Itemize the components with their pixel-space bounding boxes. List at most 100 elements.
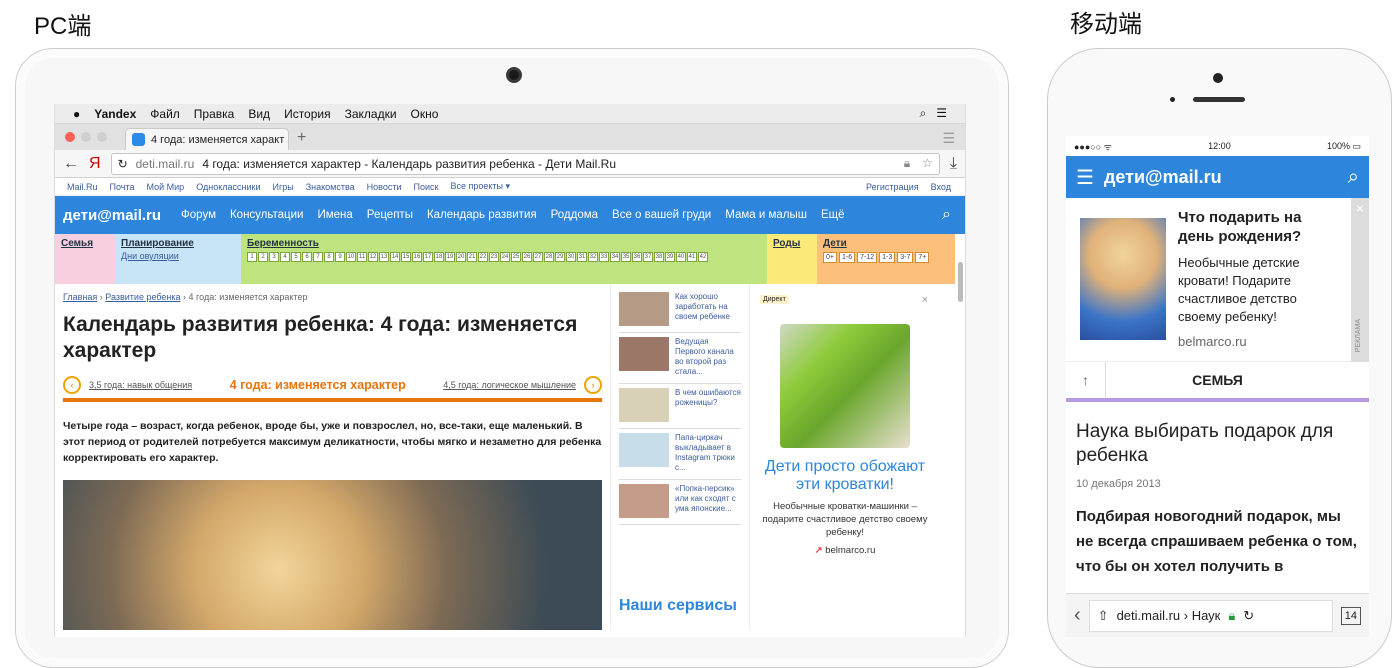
menu-window[interactable]: Окно [411,107,439,121]
week-box[interactable]: 39 [665,252,675,262]
week-box[interactable]: 27 [533,252,543,262]
week-box[interactable]: 11 [357,252,367,262]
list-item[interactable]: В чем ошибаются роженицы? [619,384,741,429]
age-box[interactable]: 7-12 [857,252,878,263]
week-box[interactable]: 21 [467,252,477,262]
week-box[interactable]: 35 [621,252,631,262]
week-box[interactable]: 9 [335,252,345,262]
site-logo[interactable]: дети@mail.ru [63,207,161,224]
stage-family[interactable]: Семья [55,234,115,284]
mobile-search-icon[interactable]: ⌕ [1348,166,1359,189]
section-name[interactable]: СЕМЬЯ [1106,372,1369,388]
nav-mom-baby[interactable]: Мама и малыш [725,209,807,221]
nav-consult[interactable]: Консультации [230,209,303,221]
stage-pregnancy[interactable]: Беременность 1 2 3 4 5 6 7 8 9 10 11 12 13 14 15 16 17 18… [241,234,767,284]
link-ok[interactable]: Одноклассники [196,182,260,192]
prev-arrow-icon[interactable]: ‹ [63,376,81,394]
menu-view[interactable]: Вид [248,107,270,121]
age-box[interactable]: 1-3 [879,252,896,263]
register-link[interactable]: Регистрация [866,182,919,192]
week-box[interactable]: 29 [555,252,565,262]
browser-tab[interactable]: 4 года: изменяется характ × [125,128,289,150]
share-icon[interactable]: ⇧ [1098,608,1109,624]
link-dating[interactable]: Знакомства [306,182,355,192]
menu-history[interactable]: История [284,107,331,121]
yandex-icon[interactable]: Я [89,155,101,173]
week-box[interactable]: 12 [368,252,378,262]
ad-headline[interactable]: Дети просто обожают эти кроватки! [760,458,930,494]
spotlight-icon[interactable]: ⌕ [920,106,927,121]
week-box[interactable]: 24 [500,252,510,262]
stage-planning[interactable]: Планирование Дни овуляции [115,234,241,284]
scrollbar[interactable] [958,262,963,302]
week-box[interactable]: 22 [478,252,488,262]
mobile-url-field[interactable]: ⇧ deti.mail.ru › Наук 🔒︎ ↻ [1088,599,1333,632]
list-item[interactable]: Ведущая Первого канала во второй раз ста… [619,333,741,384]
ad-image[interactable] [780,324,910,448]
close-window-icon[interactable] [65,132,75,142]
week-box[interactable]: 32 [588,252,598,262]
week-box[interactable]: 4 [280,252,290,262]
news-title[interactable]: Папа-циркач выкладывает в Instagram трюк… [675,433,741,473]
link-mail[interactable]: Почта [110,182,135,192]
week-box[interactable]: 38 [654,252,664,262]
week-box[interactable]: 25 [511,252,521,262]
nav-maternity[interactable]: Роддома [551,209,598,221]
ovulation-link[interactable]: Дни овуляции [121,251,241,261]
week-box[interactable]: 16 [412,252,422,262]
week-box[interactable]: 33 [599,252,609,262]
new-tab-button[interactable]: + [297,129,306,147]
nav-forum[interactable]: Форум [181,209,216,221]
age-box[interactable]: 1-6 [838,252,856,263]
login-link[interactable]: Вход [931,182,951,192]
week-box[interactable]: 42 [698,252,708,262]
week-box[interactable]: 30 [566,252,576,262]
ad-close-icon[interactable]: × [922,294,928,306]
age-box[interactable]: 7+ [915,252,930,263]
nav-breast[interactable]: Все о вашей груди [612,209,711,221]
week-box[interactable]: 3 [269,252,279,262]
services-heading[interactable]: Наши сервисы [619,597,741,615]
link-mailru[interactable]: Mail.Ru [67,182,98,192]
search-icon[interactable]: ⌕ [942,206,951,224]
age-box[interactable]: 3-7 [897,252,914,263]
prev-link[interactable]: 3,5 года: навык общения [89,380,192,390]
week-box[interactable]: 13 [379,252,389,262]
week-box[interactable]: 34 [610,252,620,262]
mobile-logo[interactable]: дети@mail.ru [1104,167,1222,188]
week-box[interactable]: 36 [632,252,642,262]
up-arrow-icon[interactable]: ↑ [1066,362,1106,398]
maximize-window-icon[interactable] [97,132,107,142]
mobile-reload-icon[interactable]: ↻ [1243,608,1254,624]
app-name[interactable]: Yandex [94,107,136,121]
stage-birth[interactable]: Роды [767,234,817,284]
menu-icon[interactable]: ☰ [1076,165,1094,190]
week-box[interactable]: 19 [445,252,455,262]
news-title[interactable]: «Попка-персик» или как сходят с ума япон… [675,484,741,518]
nav-names[interactable]: Имена [317,209,352,221]
link-all-projects[interactable]: Все проекты ▾ [450,181,510,192]
news-title[interactable]: Как хорошо заработать на своем ребенке [675,292,741,326]
week-box[interactable]: 26 [522,252,532,262]
back-arrow-icon[interactable]: ← [63,155,79,173]
week-box[interactable]: 15 [401,252,411,262]
week-box[interactable]: 8 [324,252,334,262]
week-box[interactable]: 20 [456,252,466,262]
star-icon[interactable]: ☆ [922,156,933,171]
breadcrumb-home[interactable]: Главная [63,292,97,302]
week-box[interactable]: 17 [423,252,433,262]
ad-url[interactable]: ↗ belmarco.ru [760,545,930,556]
menu-edit[interactable]: Правка [194,107,235,121]
week-box[interactable]: 1 [247,252,257,262]
week-box[interactable]: 6 [302,252,312,262]
reload-icon[interactable]: ↻ [118,157,128,171]
browser-menu-icon[interactable]: ☰ [942,130,955,147]
week-box[interactable]: 37 [643,252,653,262]
mobile-ad-close-icon[interactable]: × [1351,200,1369,216]
list-icon[interactable]: ☰ [936,106,947,121]
link-myworld[interactable]: Мой Мир [147,182,185,192]
menu-bookmarks[interactable]: Закладки [345,107,397,121]
week-box[interactable]: 31 [577,252,587,262]
link-news[interactable]: Новости [367,182,402,192]
list-item[interactable]: Как хорошо заработать на своем ребенке [619,288,741,333]
